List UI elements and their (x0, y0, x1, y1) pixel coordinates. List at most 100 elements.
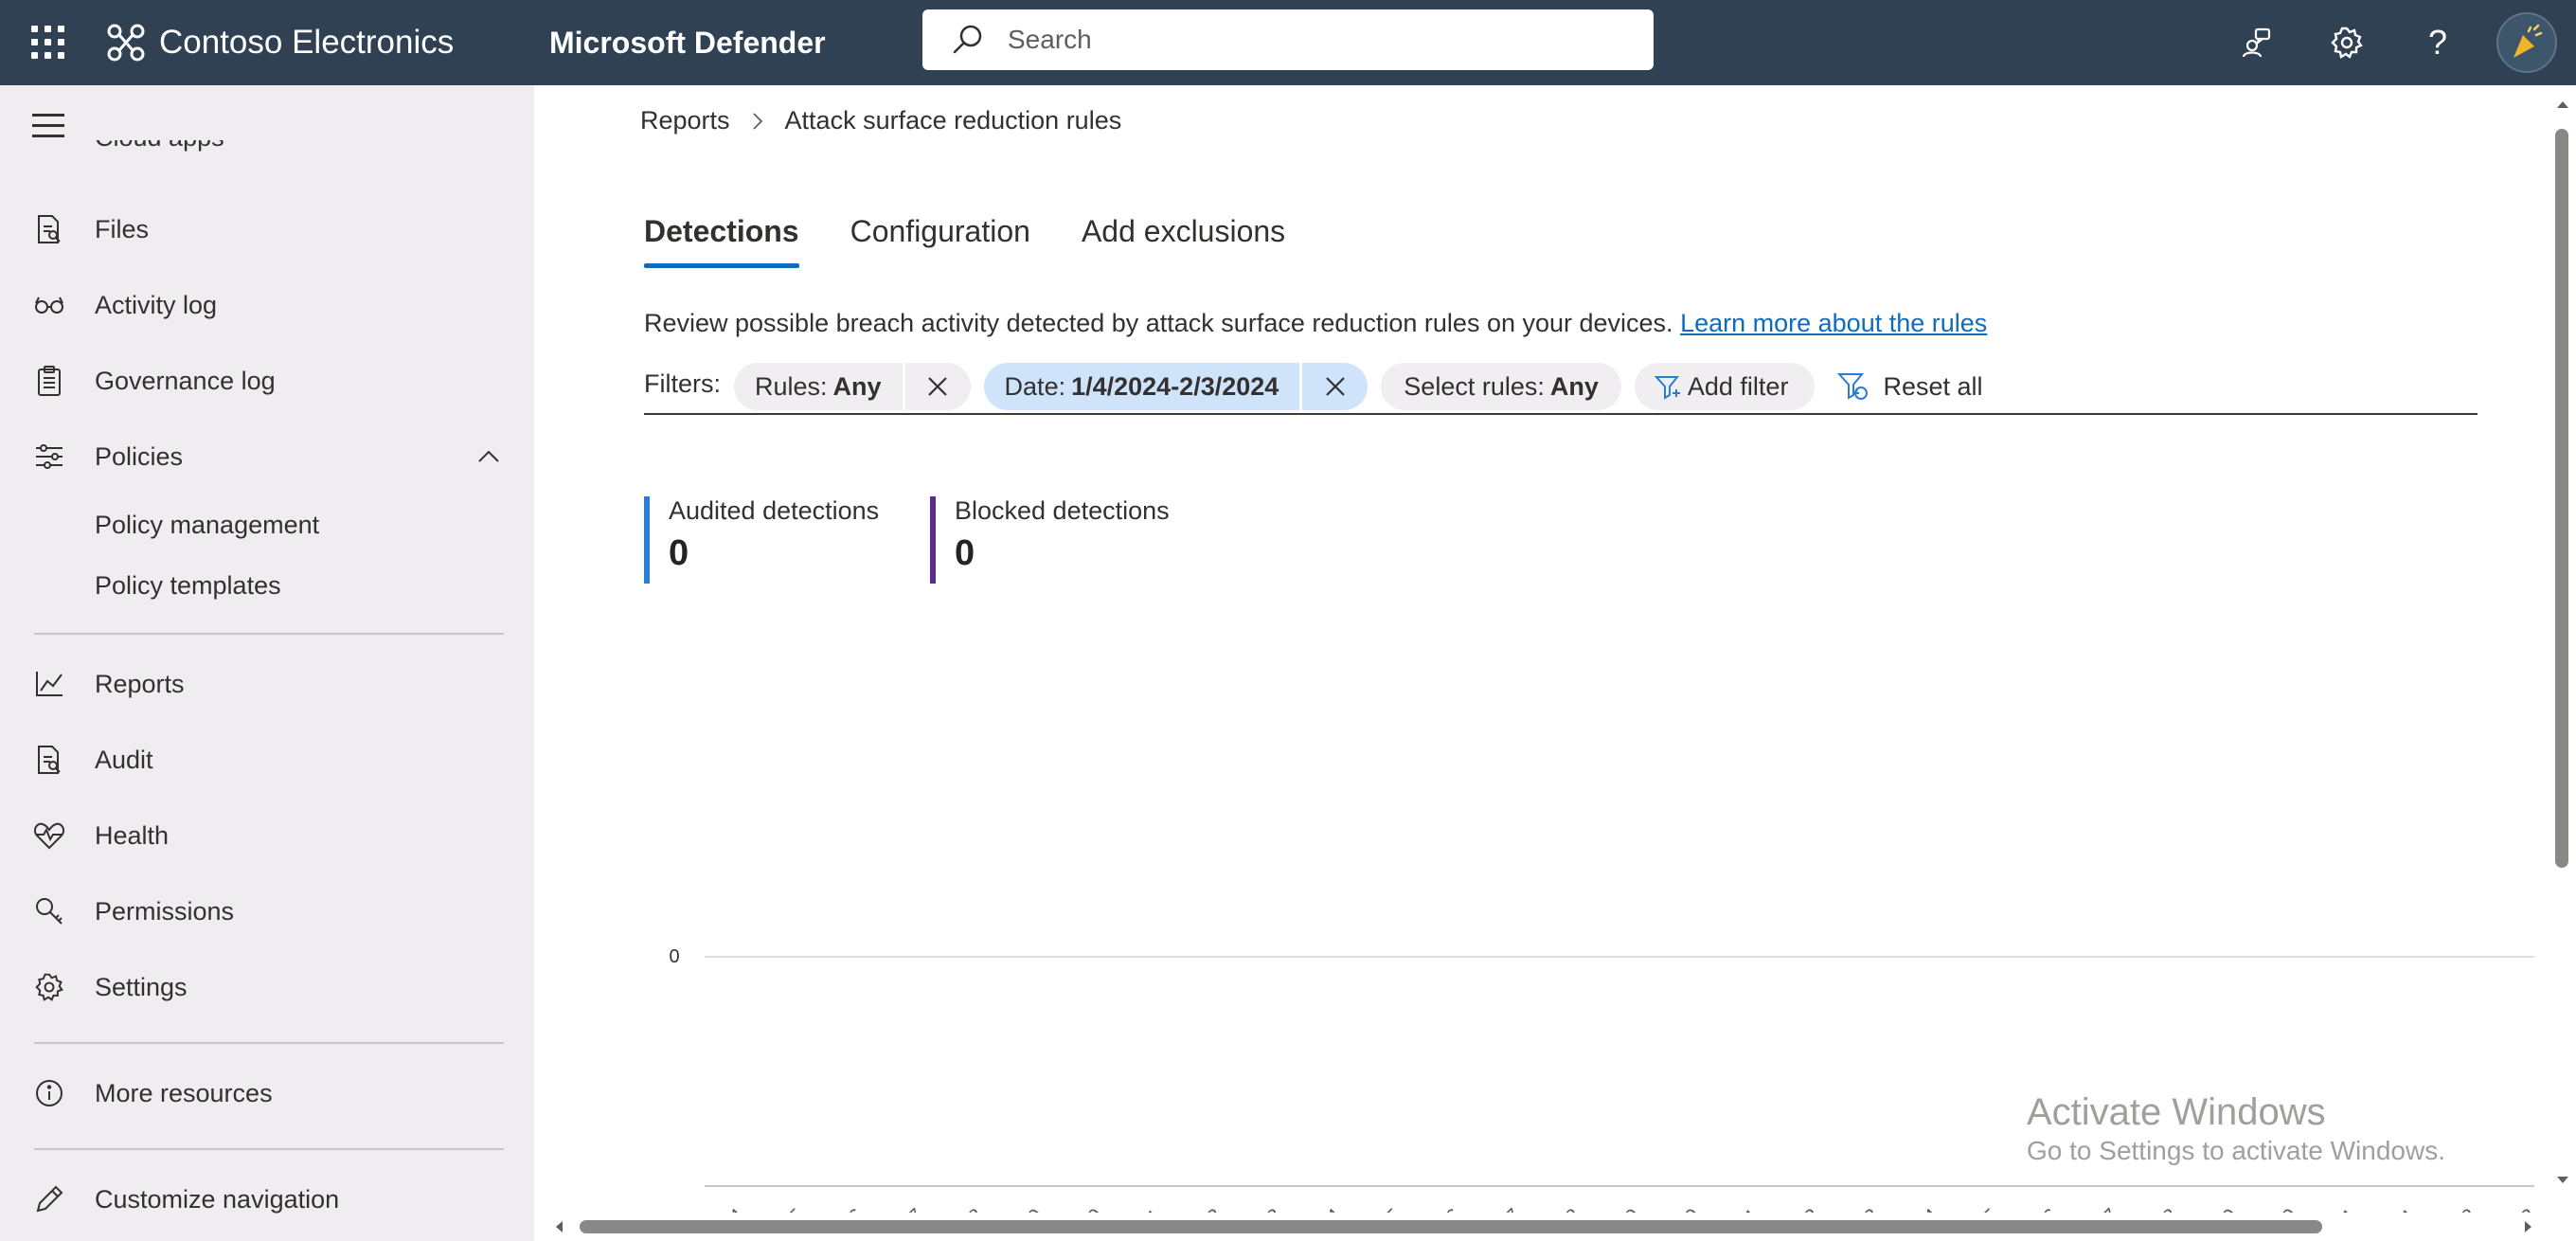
left-navigation: Cloud apps Files Activity log Governance… (0, 85, 534, 1241)
remove-date-filter-button[interactable] (1299, 363, 1368, 410)
filter-chip-select-rules-button[interactable]: Select rules: Any (1381, 363, 1621, 410)
x-tick-label: 01/26 (2010, 1203, 2064, 1213)
reset-all-button[interactable]: Reset all (1837, 370, 1983, 403)
sidebar-item-policies[interactable]: Policies (0, 423, 534, 490)
sidebar-item-policy-templates[interactable]: Policy templates (0, 557, 534, 614)
chevron-up-icon[interactable] (474, 441, 504, 472)
x-tick-label: 01/07 (875, 1203, 929, 1213)
x-tick-label: 01/10 (1054, 1203, 1108, 1213)
info-icon (32, 1076, 66, 1110)
nav-divider (34, 1148, 504, 1150)
filter-value: 1/4/2024-2/3/2024 (1071, 371, 1279, 401)
vertical-scrollbar[interactable] (2549, 85, 2576, 1213)
x-tick-label: 02/02 (2427, 1203, 2481, 1213)
sidebar-item-policy-management[interactable]: Policy management (0, 496, 534, 553)
x-tick-label: 01/27 (2069, 1203, 2123, 1213)
sidebar-item-health[interactable]: Health (0, 802, 534, 869)
filter-reset-icon (1837, 373, 1869, 400)
kpi-title: Blocked detections (955, 496, 1170, 525)
help-icon[interactable]: ? (2415, 20, 2460, 65)
tab-configuration[interactable]: Configuration (850, 214, 1030, 268)
add-filter-label: Add filter (1687, 371, 1789, 401)
x-tick-label: 01/14 (1293, 1203, 1347, 1213)
x-tick-label: 01/12 (1173, 1203, 1227, 1213)
vertical-scroll-thumb[interactable] (2555, 129, 2568, 868)
filter-chip-select-rules[interactable]: Select rules: Any (1381, 363, 1621, 410)
heart-pulse-icon (32, 818, 66, 853)
filter-chip-date-button[interactable]: Date: 1/4/2024-2/3/2024 (984, 363, 1300, 410)
x-tick-label: 01/04 (695, 1203, 749, 1213)
remove-rules-filter-button[interactable] (902, 363, 971, 410)
filter-add-icon (1654, 376, 1680, 400)
audit-icon (32, 743, 66, 777)
settings-icon[interactable] (2324, 20, 2370, 65)
add-filter-button[interactable]: Add filter (1634, 363, 1816, 410)
filter-key: Rules: (755, 371, 828, 401)
filter-chip-rules-button[interactable]: Rules: Any (734, 363, 903, 410)
filter-bar: Filters: Rules: Any Date: 1/4/2024-2/3/202… (644, 360, 2478, 413)
tab-detections[interactable]: Detections (644, 214, 799, 268)
sidebar-item-customize-navigation[interactable]: Customize navigation (0, 1166, 534, 1232)
x-tick-label: 01/09 (994, 1203, 1048, 1213)
sidebar-item-partial[interactable]: Cloud apps (28, 140, 275, 157)
sliders-icon (32, 440, 66, 474)
scroll-right-arrow-icon[interactable] (2517, 1215, 2540, 1238)
sidebar-item-permissions[interactable]: Permissions (0, 878, 534, 944)
filter-chip-date: Date: 1/4/2024-2/3/2024 (983, 363, 1368, 410)
x-tick-label: 01/08 (935, 1203, 989, 1213)
main-content: Reports Attack surface reduction rules D… (534, 85, 2549, 1213)
x-tick-label: 01/21 (1711, 1203, 1765, 1213)
x-tick-label: 01/17 (1472, 1203, 1526, 1213)
tab-add-exclusions[interactable]: Add exclusions (1082, 214, 1285, 268)
x-tick-label: 01/15 (1352, 1203, 1406, 1213)
sidebar-item-settings[interactable]: Settings (0, 954, 534, 1020)
sidebar-item-files[interactable]: Files (0, 196, 534, 262)
x-tick-label: 02/03 (2487, 1203, 2541, 1213)
x-tick-label: 01/06 (815, 1203, 869, 1213)
sidebar-item-more-resources[interactable]: More resources (0, 1060, 534, 1126)
filter-value: Any (1549, 371, 1599, 401)
sidebar-item-activity-log[interactable]: Activity log (0, 272, 534, 338)
x-tick-label: 01/22 (1771, 1203, 1825, 1213)
clipboard-icon (32, 364, 66, 398)
sidebar-item-governance-log[interactable]: Governance log (0, 348, 534, 414)
breadcrumb-current: Attack surface reduction rules (784, 106, 1122, 135)
kpi-blocked-detections[interactable]: Blocked detections 0 (930, 496, 1170, 584)
collapse-nav-icon[interactable] (32, 114, 66, 140)
filter-chip-rules: Rules: Any (734, 363, 971, 410)
community-icon[interactable] (2233, 20, 2279, 65)
kpi-value: 0 (955, 533, 975, 573)
x-tick-label: 01/11 (1114, 1204, 1166, 1213)
user-avatar[interactable] (2496, 12, 2557, 73)
filter-value: Any (832, 371, 882, 401)
search-icon (953, 25, 982, 54)
learn-more-link[interactable]: Learn more about the rules (1680, 309, 1987, 337)
sidebar-item-audit[interactable]: Audit (0, 727, 534, 793)
page-description: Review possible breach activity detected… (644, 309, 1987, 338)
close-icon (928, 377, 947, 396)
product-name[interactable]: Microsoft Defender (549, 0, 826, 85)
kpi-audited-detections[interactable]: Audited detections 0 (644, 496, 879, 584)
sidebar-item-reports[interactable]: Reports (0, 651, 534, 717)
app-launcher-icon[interactable] (28, 21, 66, 63)
filter-key: Select rules: (1404, 371, 1545, 401)
horizontal-scrollbar[interactable] (534, 1213, 2576, 1241)
glasses-icon (32, 288, 66, 322)
x-tick-label: 01/16 (1412, 1203, 1466, 1213)
close-icon (1326, 377, 1345, 396)
top-bar: Contoso Electronics Microsoft Defender ? (0, 0, 2576, 85)
breadcrumb-reports[interactable]: Reports (640, 106, 730, 135)
scroll-left-arrow-icon[interactable] (547, 1215, 570, 1238)
search-box[interactable] (922, 9, 1654, 70)
key-icon (32, 894, 66, 928)
org-brand[interactable]: Contoso Electronics (104, 0, 454, 85)
breadcrumb: Reports Attack surface reduction rules (640, 106, 1121, 135)
x-tick-label: 02/01 (2368, 1203, 2422, 1213)
search-input[interactable] (1008, 25, 1614, 55)
horizontal-scroll-thumb[interactable] (580, 1220, 2322, 1233)
scroll-up-arrow-icon[interactable] (2551, 93, 2574, 116)
reset-all-label: Reset all (1883, 371, 1983, 401)
scroll-down-arrow-icon[interactable] (2551, 1169, 2574, 1192)
kpi-color-bar (644, 496, 650, 584)
filters-label: Filters: (644, 369, 721, 398)
